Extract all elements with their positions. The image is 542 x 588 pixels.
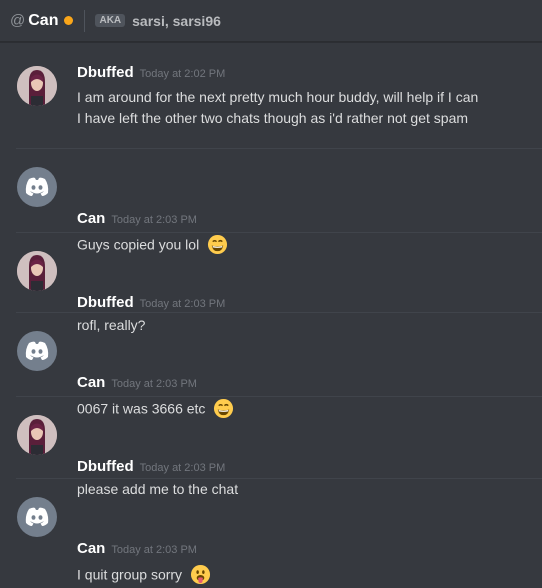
message-text-content: Guys copied you lol (77, 236, 200, 253)
avatar[interactable] (17, 415, 57, 455)
grin-emoji-icon[interactable] (213, 398, 234, 422)
timestamp: Today at 2:03 PM (111, 378, 197, 390)
message-author[interactable]: Dbuffed Today at 2:03 PM (77, 458, 225, 475)
message-divider (16, 148, 542, 149)
discord-logo-icon (25, 177, 49, 196)
message-divider (16, 312, 542, 313)
timestamp: Today at 2:03 PM (111, 544, 197, 556)
avatar[interactable] (17, 497, 57, 537)
at-icon: @ (10, 12, 26, 29)
grin-emoji-icon[interactable] (207, 234, 228, 258)
avatar[interactable] (17, 66, 57, 106)
discord-logo-icon (25, 507, 49, 526)
timestamp: Today at 2:03 PM (111, 214, 197, 226)
message-divider (16, 478, 542, 479)
discord-logo-icon (25, 341, 49, 360)
channel-header: @ Can AKA sarsi, sarsi96 (0, 0, 542, 42)
avatar[interactable] (17, 251, 57, 291)
message-text-content: 0067 it was 3666 etc (77, 400, 206, 417)
message-author[interactable]: Dbuffed Today at 2:03 PM (77, 294, 225, 311)
message-divider (16, 396, 542, 397)
timestamp: Today at 2:03 PM (139, 298, 226, 310)
message-divider (16, 232, 542, 233)
avatar[interactable] (17, 167, 57, 207)
author-name[interactable]: Dbuffed (77, 294, 134, 311)
author-name[interactable]: Can (77, 540, 105, 557)
avatar[interactable] (17, 331, 57, 371)
message-text: I quit group sorry (77, 564, 211, 588)
message-author[interactable]: Can Today at 2:03 PM (77, 374, 197, 391)
message-text: 0067 it was 3666 etc (77, 398, 234, 422)
author-name[interactable]: Can (77, 210, 105, 227)
aka-badge: AKA (95, 14, 126, 27)
tongue-emoji-icon[interactable] (190, 564, 211, 588)
header-divider (84, 9, 86, 32)
message-text: Guys copied you lol (77, 234, 228, 258)
message-text: please add me to the chat (77, 481, 239, 497)
message-author[interactable]: Can Today at 2:03 PM (77, 210, 197, 227)
timestamp: Today at 2:03 PM (139, 462, 226, 474)
idle-status-icon (64, 16, 74, 25)
message-text: I have left the other two chats though a… (77, 110, 469, 126)
author-name[interactable]: Dbuffed (77, 64, 134, 81)
author-name[interactable]: Can (77, 374, 105, 391)
message-author[interactable]: Can Today at 2:03 PM (77, 540, 197, 557)
author-name[interactable]: Dbuffed (77, 458, 134, 475)
message-text: rofl, really? (77, 317, 146, 333)
message-text: I am around for the next pretty much hou… (77, 89, 479, 105)
aka-names: sarsi, sarsi96 (132, 12, 221, 29)
message-author[interactable]: Dbuffed Today at 2:02 PM (77, 64, 225, 81)
timestamp: Today at 2:02 PM (139, 68, 226, 80)
channel-name[interactable]: Can (28, 12, 58, 30)
message-text-content: I quit group sorry (77, 566, 183, 583)
